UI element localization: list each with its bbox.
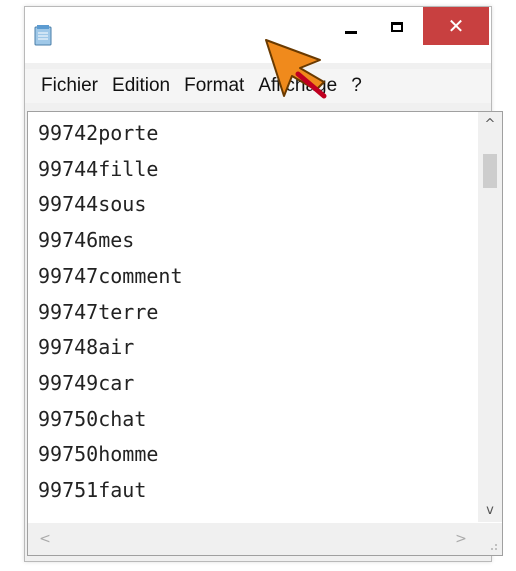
- close-button[interactable]: ✕: [423, 7, 489, 45]
- maximize-icon: [391, 22, 403, 32]
- close-icon: ✕: [447, 14, 465, 38]
- text-line: 99750chat: [38, 406, 147, 431]
- menu-bar: Fichier Edition Format Affichage ?: [25, 69, 491, 103]
- grip-dots-icon: [491, 544, 497, 550]
- notepad-window: ✕ Fichier Edition Format Affichage ? 997…: [24, 6, 503, 562]
- text-line: 99742porte: [38, 121, 159, 145]
- text-line: 99748air: [38, 335, 135, 360]
- text-line: 99744fille: [38, 156, 159, 181]
- menu-fichier[interactable]: Fichier: [25, 69, 105, 103]
- notepad-icon: [34, 25, 52, 46]
- minimize-button[interactable]: [331, 8, 371, 46]
- text-line: 99744sous: [38, 192, 147, 217]
- text-line: 99746mes: [38, 228, 135, 253]
- maximize-button[interactable]: [377, 8, 417, 46]
- scroll-up-icon[interactable]: ^: [478, 114, 502, 134]
- vertical-scroll-thumb[interactable]: [483, 154, 497, 188]
- text-line: 99747terre: [38, 299, 159, 324]
- title-bar[interactable]: ✕: [25, 7, 491, 63]
- menu-edition[interactable]: Edition: [105, 69, 177, 103]
- text-line: 99747comment: [38, 263, 183, 288]
- menu-format[interactable]: Format: [177, 69, 251, 103]
- menu-help[interactable]: ?: [344, 69, 369, 103]
- text-line: 99751faut: [38, 478, 147, 503]
- resize-grip-icon[interactable]: [478, 523, 502, 555]
- minimize-icon: [345, 30, 357, 34]
- text-line: 99750homme: [38, 442, 159, 467]
- menu-affichage[interactable]: Affichage: [251, 69, 344, 103]
- horizontal-scrollbar[interactable]: < >: [28, 523, 478, 555]
- scroll-right-icon[interactable]: >: [450, 523, 472, 555]
- text-content[interactable]: 99742porte 99744fille 99744sous 99746mes…: [38, 116, 458, 524]
- scroll-left-icon[interactable]: <: [34, 523, 56, 555]
- scroll-down-icon[interactable]: v: [478, 500, 502, 520]
- text-editor[interactable]: 99742porte 99744fille 99744sous 99746mes…: [27, 111, 503, 556]
- text-line: 99749car: [38, 370, 135, 395]
- vertical-scrollbar[interactable]: ^ v: [478, 112, 502, 522]
